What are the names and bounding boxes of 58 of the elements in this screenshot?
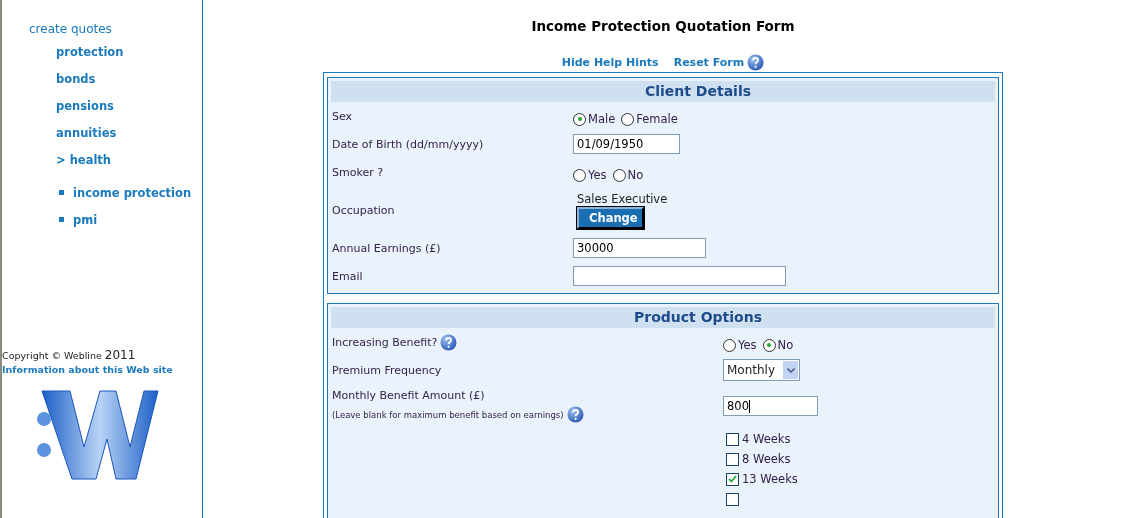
nav-sublink[interactable]: pmi [73, 212, 98, 227]
occupation-value: Sales Executive [577, 191, 669, 206]
radio-label[interactable]: Yes [738, 338, 757, 352]
nav-sublink[interactable]: income protection [73, 185, 192, 200]
nav-link[interactable]: > health [56, 152, 202, 179]
hint-text: (Leave blank for maximum benefit based on earnings) [332, 409, 564, 420]
toolbar-link[interactable]: Hide Help Hints [561, 56, 659, 69]
checkbox-label[interactable]: 4 Weeks [742, 432, 791, 446]
checkbox-label[interactable]: 13 Weeks [742, 472, 798, 486]
radio-button[interactable] [621, 112, 635, 126]
input-field[interactable]: 01/09/1950 [573, 134, 680, 154]
checkbox[interactable] [726, 452, 739, 466]
help-icon[interactable] [566, 406, 584, 423]
bullet-icon [59, 217, 64, 222]
radio-label[interactable]: No [777, 338, 794, 352]
toolbar-link[interactable]: Reset Form [673, 56, 745, 69]
help-icon[interactable] [747, 54, 765, 71]
input-field[interactable]: 30000 [573, 238, 706, 258]
radio-label[interactable]: Male [588, 112, 616, 126]
radio-button[interactable] [762, 338, 776, 352]
change-button[interactable]: Change [577, 206, 644, 229]
field-label: Date of Birth (dd/mm/yyyy) [332, 137, 484, 151]
copyright-text: Copyright © Webline 2011 [2, 348, 137, 363]
nav-heading-link[interactable]: create quotes [29, 22, 202, 36]
section-header: Product Options [331, 307, 995, 328]
field-label: Annual Earnings (£) [332, 241, 441, 255]
field-label: Occupation [332, 203, 395, 217]
field-label: Monthly Benefit Amount (£) [332, 389, 485, 402]
nav-link[interactable]: protection [56, 44, 202, 71]
nav-link[interactable]: annuities [56, 125, 202, 152]
input-field[interactable] [573, 266, 786, 286]
input-field[interactable]: 800 [723, 396, 818, 416]
radio-button[interactable] [573, 112, 586, 126]
help-icon[interactable] [440, 333, 458, 351]
checkmark-icon [728, 475, 737, 483]
field-label: Premium Frequency [332, 363, 442, 377]
checkbox[interactable] [726, 492, 739, 506]
radio-label[interactable]: Female [636, 112, 678, 126]
radio-button[interactable] [573, 168, 586, 182]
dropdown[interactable]: Monthly [723, 359, 800, 381]
chevron-down-icon [786, 367, 795, 373]
field-label: Smoker ? [332, 165, 384, 179]
radio-button[interactable] [723, 338, 736, 352]
nav-link[interactable]: bonds [56, 71, 202, 98]
field-label: Email [332, 269, 363, 283]
info-link[interactable]: Information about this Web site [2, 363, 202, 377]
nav-link[interactable]: pensions [56, 98, 202, 125]
checkbox-label[interactable]: 8 Weeks [742, 452, 791, 466]
radio-label[interactable]: No [627, 168, 644, 182]
page-title: Income Protection Quotation Form [531, 18, 795, 34]
checkbox[interactable] [726, 432, 739, 446]
checkbox[interactable] [726, 472, 739, 486]
radio-label[interactable]: Yes [588, 168, 607, 182]
section-header: Client Details [331, 81, 995, 102]
bullet-icon [59, 190, 64, 195]
field-label: Sex [332, 109, 353, 123]
field-label: Increasing Benefit? [332, 335, 438, 349]
radio-button[interactable] [612, 168, 626, 182]
